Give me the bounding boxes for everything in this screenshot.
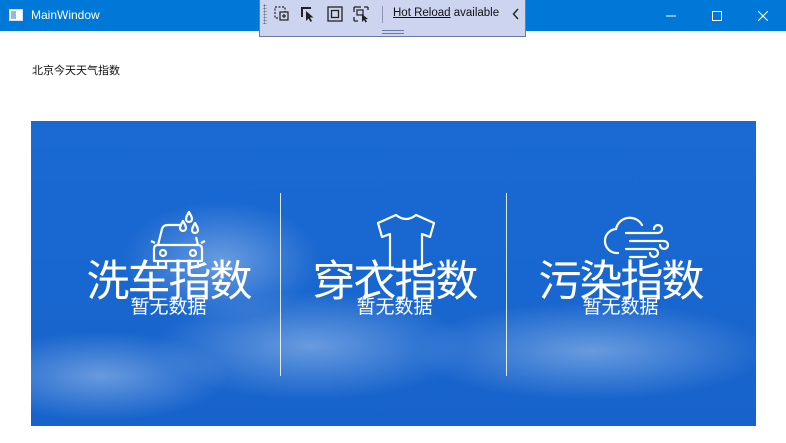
close-icon xyxy=(758,10,768,21)
index-value: 暂无数据 xyxy=(356,296,433,318)
minimize-icon xyxy=(666,15,676,16)
index-value: 暂无数据 xyxy=(130,296,207,318)
app-window-icon xyxy=(9,9,23,21)
minimize-button[interactable] xyxy=(648,0,694,31)
car-wash-index-card: 洗车指数 暂无数据 xyxy=(56,121,281,426)
toolbar-drag-handle[interactable] xyxy=(382,30,404,34)
hot-reload-link[interactable]: Hot Reload xyxy=(393,7,451,19)
clothing-index-card: 穿衣指数 暂无数据 xyxy=(282,121,507,426)
maximize-button[interactable] xyxy=(694,0,740,31)
hot-reload-status: Hot Reload available xyxy=(393,7,499,19)
select-element-icon[interactable] xyxy=(273,5,291,23)
chevron-left-icon[interactable] xyxy=(512,8,520,20)
hot-reload-available-text: available xyxy=(450,7,500,19)
window-title: MainWindow xyxy=(31,8,100,22)
close-button[interactable] xyxy=(740,0,786,31)
page-title: 北京今天天气指数 xyxy=(32,64,120,77)
display-layout-icon[interactable] xyxy=(326,5,344,23)
index-value: 暂无数据 xyxy=(582,296,659,318)
toolbar-separator xyxy=(382,6,383,23)
weather-index-panel: 洗车指数 暂无数据 穿衣指数 暂无数据 污染指数 暂无数据 xyxy=(31,121,756,426)
pollution-index-card: 污染指数 暂无数据 xyxy=(508,121,733,426)
track-focus-icon[interactable] xyxy=(352,5,370,23)
maximize-icon xyxy=(712,10,722,21)
toolbar-grip-handle[interactable] xyxy=(263,4,267,24)
select-cursor-icon[interactable] xyxy=(299,5,317,23)
hot-reload-toolbar: Hot Reload available xyxy=(259,0,526,37)
